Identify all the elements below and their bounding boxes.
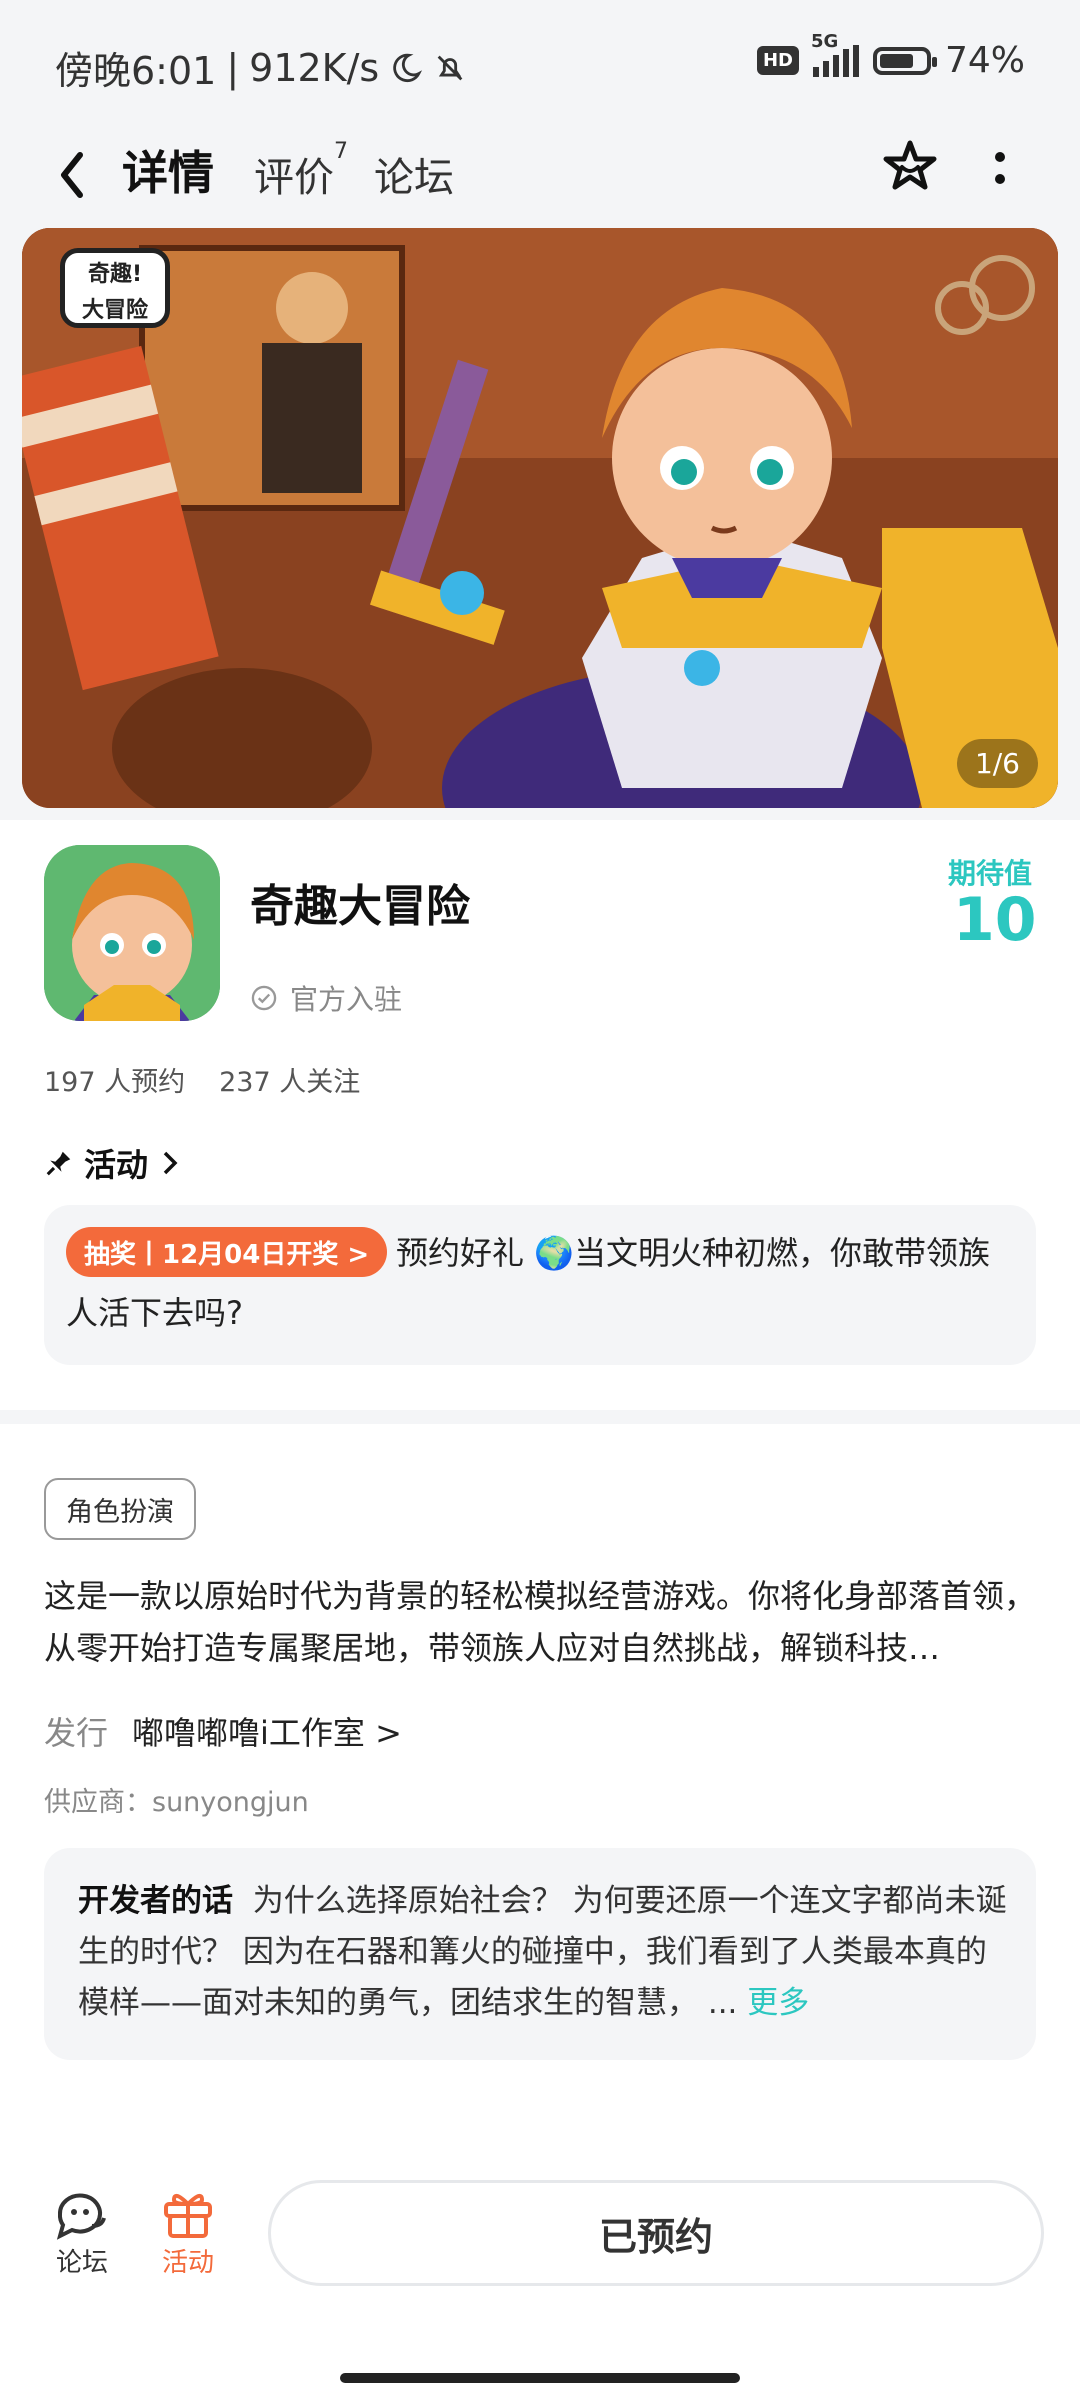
separator: | xyxy=(226,45,240,90)
reviews-count-badge: 7 xyxy=(334,139,348,164)
battery-icon xyxy=(872,46,937,75)
tab-details-label: 详情 xyxy=(122,146,214,200)
activity-nav-label: 活动 xyxy=(161,2248,214,2278)
back-icon[interactable] xyxy=(52,145,92,205)
reservation-count: 197 人预约 xyxy=(44,1067,186,1098)
moon-icon xyxy=(393,53,423,82)
chevron-right-icon xyxy=(163,1151,178,1175)
clock: 傍晚6:01 xyxy=(55,49,217,93)
signal-icon: 5G xyxy=(811,31,859,77)
reserved-button[interactable]: 已预约 xyxy=(268,2180,1044,2286)
tab-reviews[interactable]: 评价 7 xyxy=(254,139,348,215)
forum-nav-label: 论坛 xyxy=(55,2248,108,2278)
expect-value: 10 xyxy=(953,885,1037,955)
developer-note-card[interactable]: 开发者的话 为什么选择原始社会？ 为何要还原一个连文字都尚未诞生的时代？ 因为在… xyxy=(44,1848,1036,2060)
publisher-row[interactable]: 发行 嘟噜嘟噜i工作室 > xyxy=(44,1708,402,1754)
forum-nav-button[interactable]: 论坛 xyxy=(52,2186,112,2279)
tab-reviews-label: 评价 xyxy=(254,155,334,201)
hero-banner[interactable]: 奇趣! 大冒险 1/6 xyxy=(22,228,1058,808)
gift-icon xyxy=(164,2193,212,2238)
description[interactable]: 这是一款以原始时代为背景的轻松模拟经营游戏。你将化身部落首领，从零开始打造专属聚… xyxy=(44,1570,1036,1674)
star-icon[interactable] xyxy=(880,137,940,197)
hero-logo: 奇趣! 大冒险 xyxy=(60,248,170,328)
section-divider xyxy=(0,1410,1080,1424)
bottom-bar: 论坛 活动 已预约 xyxy=(0,2160,1080,2400)
hd-badge: HD xyxy=(756,46,799,75)
official-badge: 官方入驻 xyxy=(250,978,402,1018)
activity-card[interactable]: 预约好礼 🌍当文明火种初燃，你敢带领族人活下去吗? 抽奖丨12月04日开奖 > xyxy=(44,1205,1036,1365)
publisher-name: 嘟噜嘟噜i工作室 > xyxy=(132,1714,402,1752)
home-indicator[interactable] xyxy=(340,2373,740,2383)
tab-list: 详情 评价 7 论坛 xyxy=(118,135,454,215)
tab-forum[interactable]: 论坛 xyxy=(374,145,454,215)
battery-percent: 74% xyxy=(944,40,1025,81)
publisher-label: 发行 xyxy=(44,1714,109,1752)
developer-note: 开发者的话 为什么选择原始社会？ 为何要还原一个连文字都尚未诞生的时代？ 因为在… xyxy=(78,1876,1008,2029)
hero-illustration xyxy=(22,228,1058,808)
stats-row: 197 人预约 237 人关注 xyxy=(44,1060,360,1099)
nav-bar: 详情 评价 7 论坛 xyxy=(0,125,1080,225)
developer-note-label: 开发者的话 xyxy=(78,1883,233,1919)
pin-icon xyxy=(46,1151,71,1176)
genre-tag[interactable]: 角色扮演 xyxy=(44,1478,196,1540)
supplier: 供应商：sunyongjun xyxy=(44,1787,309,1818)
check-circle-icon xyxy=(251,985,277,1011)
more-icon[interactable] xyxy=(990,145,1010,195)
app-title: 奇趣大冒险 xyxy=(250,881,470,932)
activity-title: 活动 xyxy=(84,1146,149,1184)
activity-header[interactable]: 活动 xyxy=(44,1140,182,1186)
more-link[interactable]: 更多 xyxy=(747,1985,809,2021)
activity-nav-button[interactable]: 活动 xyxy=(160,2186,216,2279)
tab-forum-label: 论坛 xyxy=(374,155,454,201)
forum-icon xyxy=(56,2193,106,2240)
follower-count: 237 人关注 xyxy=(219,1067,361,1098)
lottery-pill[interactable]: 抽奖丨12月04日开奖 > xyxy=(66,1227,388,1277)
status-left: 傍晚6:01 | 912K/s xyxy=(55,40,467,95)
app-icon xyxy=(44,845,220,1021)
status-right: HD 5G 74% xyxy=(756,31,1025,81)
mute-bell-icon xyxy=(437,55,463,80)
tab-details[interactable]: 详情 xyxy=(118,137,218,215)
status-bar: 傍晚6:01 | 912K/s HD 5G 74% xyxy=(0,0,1080,125)
official-label: 官方入驻 xyxy=(290,983,403,1016)
network-type: 5G xyxy=(810,30,839,52)
page-indicator: 1/6 xyxy=(956,739,1038,788)
network-speed: 912K/s xyxy=(249,45,380,90)
